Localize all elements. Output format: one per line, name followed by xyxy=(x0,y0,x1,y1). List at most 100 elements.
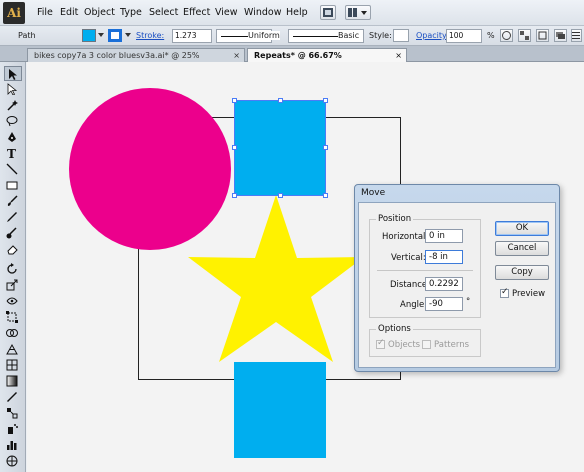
menu-window[interactable]: Window xyxy=(244,7,281,18)
pen-tool[interactable] xyxy=(4,130,22,145)
line-segment-tool[interactable] xyxy=(4,162,22,177)
resize-handle[interactable] xyxy=(232,145,237,150)
blob-brush-tool[interactable] xyxy=(4,226,22,241)
mesh-icon xyxy=(6,359,18,371)
resize-handle[interactable] xyxy=(323,98,328,103)
resize-handle[interactable] xyxy=(278,193,283,198)
artboard-tool[interactable] xyxy=(4,454,22,469)
patterns-label: Patterns xyxy=(434,340,470,350)
recolor-button[interactable] xyxy=(500,29,513,42)
width-tool[interactable] xyxy=(4,294,22,309)
graphic-style-swatch[interactable] xyxy=(393,29,409,42)
tab-repeats-document[interactable]: Repeats* @ 66.67% (RGB/Preview) × xyxy=(247,48,407,73)
type-tool[interactable]: T xyxy=(4,146,22,161)
selection-tool[interactable] xyxy=(4,66,22,81)
ok-button[interactable]: OK xyxy=(495,221,549,236)
paintbrush-icon xyxy=(7,195,18,206)
percent-label: % xyxy=(487,31,495,40)
grid-icon xyxy=(520,31,529,40)
checkmark-icon: ✓ xyxy=(377,338,385,348)
align-button[interactable] xyxy=(518,29,531,42)
cancel-button[interactable]: Cancel xyxy=(495,241,549,256)
transform-button[interactable] xyxy=(536,29,549,42)
close-icon[interactable]: × xyxy=(233,49,240,62)
eyedropper-tool[interactable] xyxy=(4,390,22,405)
vertical-field[interactable]: -8 in xyxy=(425,250,463,264)
scale-icon xyxy=(6,279,18,291)
cyan-square-preview[interactable] xyxy=(234,362,326,458)
degree-symbol: ° xyxy=(466,297,471,307)
patterns-checkbox[interactable] xyxy=(422,340,431,349)
menu-type[interactable]: Type xyxy=(120,7,142,18)
position-group-label: Position xyxy=(376,214,414,224)
scale-tool[interactable] xyxy=(4,278,22,293)
preview-label: Preview xyxy=(512,289,546,299)
objects-checkbox[interactable]: ✓ xyxy=(376,338,385,349)
isolate-button[interactable] xyxy=(554,29,567,42)
object-type-label: Path xyxy=(18,31,36,40)
preview-checkbox[interactable]: ✓ xyxy=(500,287,509,298)
horizontal-field[interactable]: 0 in xyxy=(425,229,463,243)
menu-edit[interactable]: Edit xyxy=(60,7,78,18)
blend-tool[interactable] xyxy=(4,406,22,421)
stroke-link[interactable]: Stroke: xyxy=(136,31,164,40)
shape-builder-tool[interactable] xyxy=(4,326,22,341)
arrange-documents-icon xyxy=(348,8,367,17)
rectangle-tool[interactable] xyxy=(4,178,22,193)
dialog-title: Move xyxy=(361,188,386,198)
opacity-field[interactable]: 100 xyxy=(446,29,482,43)
angle-field[interactable]: -90 xyxy=(425,297,463,311)
direct-selection-tool[interactable] xyxy=(4,82,22,97)
resize-handle[interactable] xyxy=(232,98,237,103)
magic-wand-tool[interactable] xyxy=(4,98,22,113)
menu-object[interactable]: Object xyxy=(84,7,115,18)
gradient-tool[interactable] xyxy=(4,374,22,389)
shape-builder-icon xyxy=(6,329,18,337)
rectangle-icon xyxy=(6,181,18,190)
document-tab-bar: bikes copy7a 3 color bluesv3a.ai* @ 25% … xyxy=(0,46,584,73)
lasso-tool[interactable] xyxy=(4,114,22,129)
resize-handle[interactable] xyxy=(323,145,328,150)
menu-select[interactable]: Select xyxy=(149,7,178,18)
pencil-tool[interactable] xyxy=(4,210,22,225)
menu-help[interactable]: Help xyxy=(286,7,308,18)
tools-panel: T xyxy=(0,62,26,472)
arrange-documents-button[interactable] xyxy=(345,5,371,20)
eraser-tool[interactable] xyxy=(4,242,22,257)
menu-icon xyxy=(572,32,580,39)
blend-icon xyxy=(7,408,18,419)
chevron-down-icon[interactable] xyxy=(125,33,131,37)
column-graph-tool[interactable] xyxy=(4,438,22,453)
resize-handle[interactable] xyxy=(278,98,283,103)
perspective-grid-icon xyxy=(6,343,18,355)
stroke-weight-field[interactable]: 1.273 xyxy=(172,29,212,43)
menu-file[interactable]: File xyxy=(37,7,53,18)
resize-handle[interactable] xyxy=(323,193,328,198)
close-icon[interactable]: × xyxy=(395,49,402,62)
menu-view[interactable]: View xyxy=(215,7,238,18)
resize-handle[interactable] xyxy=(232,193,237,198)
symbol-sprayer-icon xyxy=(8,424,18,434)
opacity-link[interactable]: Opacity: xyxy=(416,31,449,40)
mesh-tool[interactable] xyxy=(4,358,22,373)
chevron-down-icon[interactable] xyxy=(98,33,104,37)
stroke-swatch[interactable] xyxy=(108,29,122,42)
perspective-grid-tool[interactable] xyxy=(4,342,22,357)
panel-menu-button[interactable] xyxy=(571,29,582,42)
rotate-tool[interactable] xyxy=(4,262,22,277)
yellow-star[interactable] xyxy=(187,195,365,363)
angle-label: Angle: xyxy=(400,300,428,310)
tab-bikes-document[interactable]: bikes copy7a 3 color bluesv3a.ai* @ 25% … xyxy=(27,48,245,73)
distance-field[interactable]: 0.2292 i xyxy=(425,277,463,291)
symbol-sprayer-tool[interactable] xyxy=(4,422,22,437)
selection-bounding-box xyxy=(234,100,326,196)
paintbrush-tool[interactable] xyxy=(4,194,22,209)
horizontal-label: Horizontal: xyxy=(382,232,429,242)
bridge-button[interactable] xyxy=(320,5,336,20)
copy-button[interactable]: Copy xyxy=(495,265,549,280)
free-transform-tool[interactable] xyxy=(4,310,22,325)
divider xyxy=(377,270,473,271)
profile-label: Uniform xyxy=(248,31,280,40)
fill-swatch[interactable] xyxy=(82,29,96,42)
menu-effect[interactable]: Effect xyxy=(183,7,210,18)
